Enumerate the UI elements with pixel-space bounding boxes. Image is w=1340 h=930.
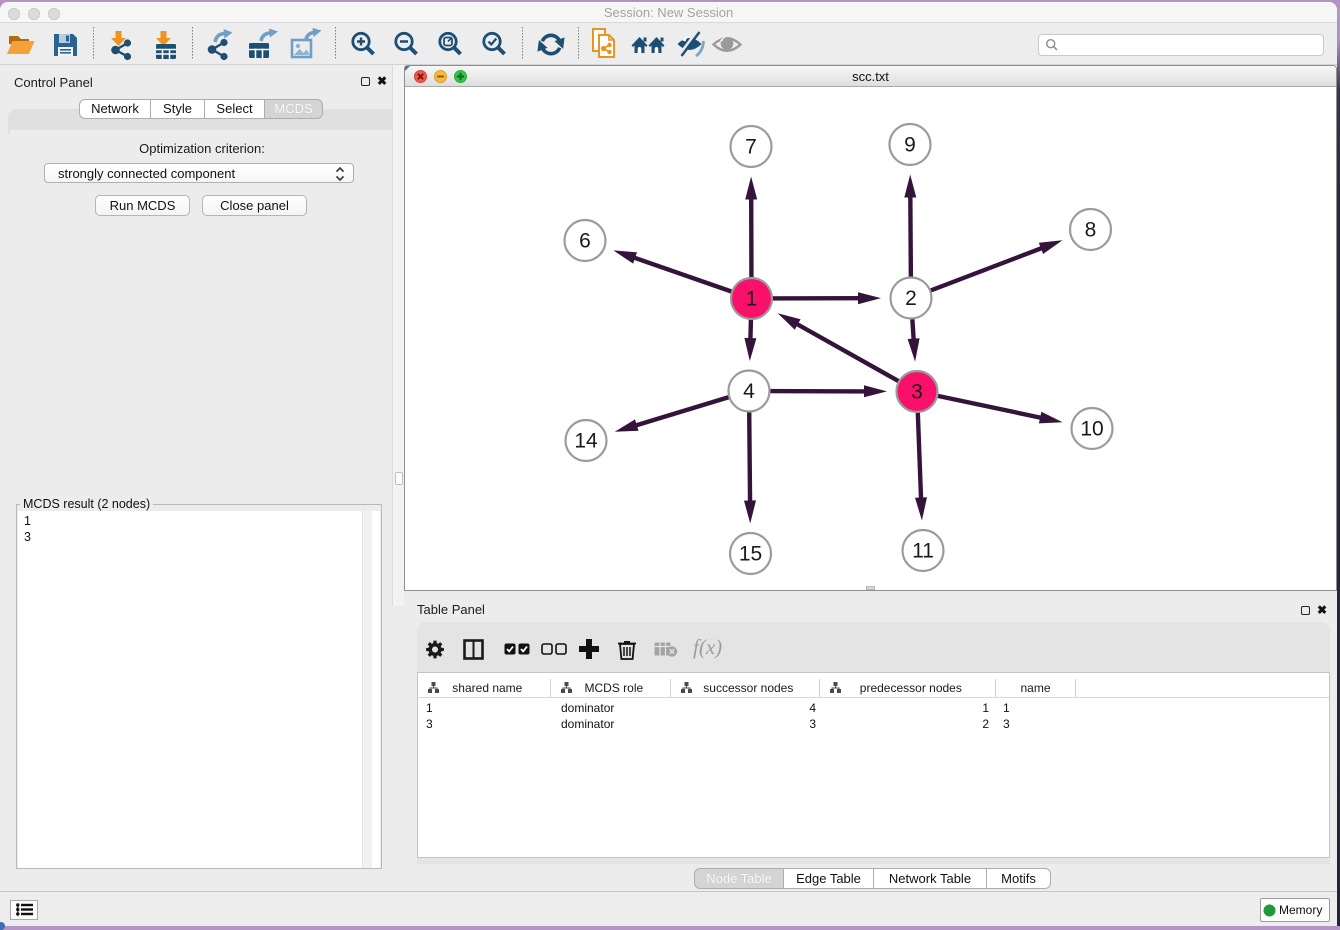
svg-text:14: 14 bbox=[574, 430, 598, 453]
svg-text:4: 4 bbox=[743, 380, 755, 403]
svg-text:10: 10 bbox=[1080, 418, 1103, 441]
svg-text:1: 1 bbox=[746, 288, 758, 311]
svg-text:9: 9 bbox=[904, 134, 916, 157]
svg-text:11: 11 bbox=[912, 540, 934, 563]
svg-text:3: 3 bbox=[911, 381, 923, 404]
svg-text:2: 2 bbox=[905, 287, 917, 310]
svg-text:15: 15 bbox=[739, 543, 762, 566]
svg-text:7: 7 bbox=[745, 136, 757, 159]
svg-text:6: 6 bbox=[579, 230, 591, 253]
svg-text:8: 8 bbox=[1085, 219, 1097, 242]
